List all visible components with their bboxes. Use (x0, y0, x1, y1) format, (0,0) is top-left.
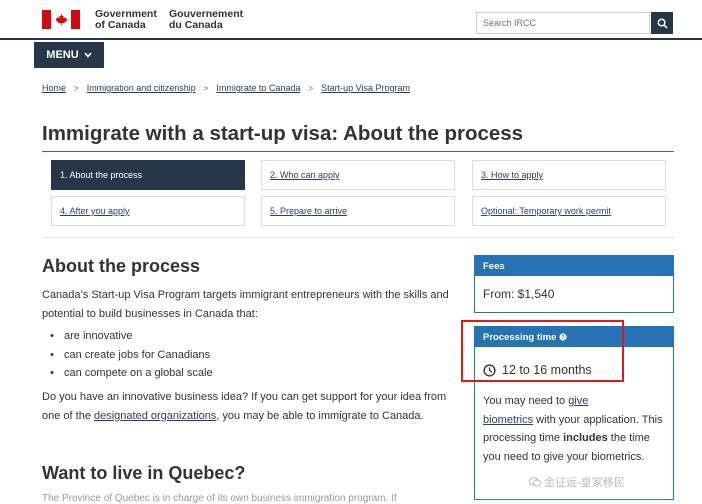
step-temporary-work-permit[interactable]: Optional: Temporary work permit (472, 196, 666, 226)
search-icon (657, 18, 668, 29)
highlight-box (461, 320, 624, 382)
list-item: are innovative (50, 327, 213, 346)
step-how-to-apply[interactable]: 3. How to apply (472, 160, 666, 190)
menu-label: MENU (46, 49, 79, 61)
page-title: Immigrate with a start-up visa: About th… (42, 122, 524, 145)
list-item: can create jobs for Canadians (50, 346, 213, 365)
breadcrumb-separator-icon: > (203, 84, 209, 93)
wechat-icon (529, 477, 541, 487)
about-heading: About the process (42, 256, 201, 276)
quebec-heading: Want to live in Quebec? (42, 463, 246, 483)
search-input[interactable] (476, 12, 650, 34)
about-bullet-list: are innovative can create jobs for Canad… (50, 327, 213, 383)
fees-panel: Fees From: $1,540 (474, 255, 674, 313)
government-of-canada-signature[interactable]: Government of Canada (95, 9, 157, 31)
breadcrumb-home[interactable]: Home (42, 83, 66, 93)
about-intro: Canada’s Start-up Visa Program targets i… (42, 289, 449, 320)
canada-flag-icon[interactable] (42, 10, 80, 29)
designated-organizations-link[interactable]: designated organizations (94, 410, 216, 422)
list-item: can compete on a global scale (50, 364, 213, 383)
chevron-down-icon (84, 52, 92, 58)
breadcrumb-immigrate-to-canada[interactable]: Immigrate to Canada (216, 83, 300, 93)
title-divider (42, 151, 674, 152)
breadcrumb-separator-icon: > (74, 84, 79, 93)
gouvernement-du-canada-signature[interactable]: Gouvernement du Canada (169, 9, 243, 31)
breadcrumb-start-up-visa-program[interactable]: Start-up Visa Program (321, 83, 410, 93)
search-button[interactable] (651, 12, 673, 34)
fees-panel-heading: Fees (475, 256, 673, 276)
quebec-partial-text: The Province of Quebec is in charge of i… (42, 493, 397, 504)
watermark: 金征远-皇家移民 (529, 474, 625, 490)
breadcrumb: Home > Immigration and citizenship > Immigra… (42, 83, 410, 93)
processing-time-note: You may need to give biometrics with your… (483, 395, 663, 463)
breadcrumb-immigration-and-citizenship[interactable]: Immigration and citizenship (87, 83, 196, 93)
fees-value: From: $1,540 (483, 287, 555, 301)
step-after-you-apply[interactable]: 4. After you apply (51, 196, 245, 226)
step-who-can-apply[interactable]: 2. Who can apply (261, 160, 455, 190)
step-about-the-process[interactable]: 1. About the process (51, 160, 245, 190)
step-prepare-to-arrive[interactable]: 5. Prepare to arrive (261, 196, 455, 226)
steps-divider (42, 237, 674, 238)
about-idea-paragraph: Do you have an innovative business idea?… (42, 391, 447, 422)
menu-button[interactable]: MENU (34, 42, 104, 68)
site-header: Government of Canada Gouvernement du Can… (0, 0, 702, 40)
breadcrumb-separator-icon: > (308, 84, 314, 93)
